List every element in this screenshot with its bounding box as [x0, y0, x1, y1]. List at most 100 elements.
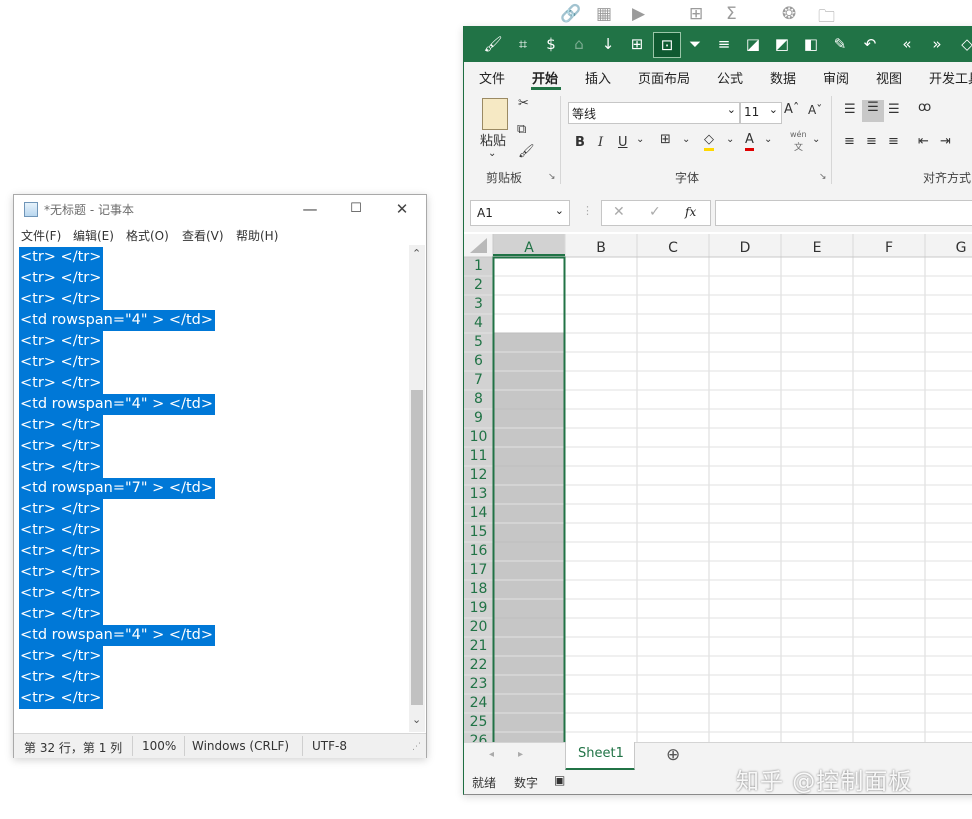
row-header[interactable]: 25 [464, 713, 493, 732]
text-line[interactable]: <td rowspan="4" > </td> [19, 625, 216, 646]
tab-page-layout[interactable]: 页面布局 [638, 68, 690, 87]
row-header[interactable]: 12 [464, 466, 493, 485]
text-line[interactable]: <td rowspan="4" > </td> [19, 394, 216, 415]
tab-file[interactable]: 文件 [479, 68, 505, 87]
align-right-icon[interactable]: ≡ [888, 134, 899, 149]
fill-icon[interactable]: ◧ [798, 32, 824, 56]
clear-icon[interactable]: ⌂ [566, 32, 592, 56]
border-dropdown-icon[interactable]: ⌄ [682, 134, 690, 145]
increase-indent-icon[interactable]: ⇥ [940, 134, 951, 149]
sort-down-icon[interactable]: ↓ [595, 32, 621, 56]
column-header[interactable]: D [709, 239, 781, 257]
column-header[interactable]: E [781, 239, 853, 257]
row-header[interactable]: 20 [464, 618, 493, 637]
column-header[interactable]: F [853, 239, 925, 257]
fill-color-icon[interactable]: ◇ [704, 132, 714, 151]
font-size-select[interactable]: 11 ⌄ [740, 102, 782, 124]
resize-grip-icon[interactable]: ⋰ [412, 742, 421, 752]
scroll-thumb[interactable] [411, 390, 423, 705]
clipboard-launcher-icon[interactable]: ↘ [548, 172, 556, 182]
row-header[interactable]: 3 [464, 295, 493, 314]
scroll-up-icon[interactable]: ⌃ [412, 247, 421, 260]
column-header[interactable]: A [493, 239, 565, 257]
next-sheet-icon[interactable]: ▸ [518, 749, 523, 760]
row-header[interactable]: 24 [464, 694, 493, 713]
row-header[interactable]: 11 [464, 447, 493, 466]
row-header[interactable]: 5 [464, 333, 493, 352]
text-line[interactable]: <tr> </tr> [19, 499, 104, 520]
row-header[interactable]: 18 [464, 580, 493, 599]
text-line[interactable]: <tr> </tr> [19, 373, 104, 394]
tab-insert[interactable]: 插入 [585, 68, 611, 87]
text-line[interactable]: <tr> </tr> [19, 331, 104, 352]
border-button-icon[interactable]: ⊞ [660, 132, 671, 147]
cancel-icon[interactable]: ✕ [613, 204, 625, 220]
text-line[interactable]: <tr> </tr> [19, 247, 104, 268]
currency-format-icon[interactable]: $ [538, 32, 564, 56]
align-icon[interactable]: ≡ [711, 32, 737, 56]
tab-view[interactable]: 视图 [876, 68, 902, 87]
text-line[interactable]: <td rowspan="7" > </td> [19, 478, 216, 499]
column-header[interactable]: G [925, 239, 972, 257]
text-line[interactable]: <tr> </tr> [19, 541, 104, 562]
text-line[interactable]: <tr> </tr> [19, 583, 104, 604]
row-header[interactable]: 4 [464, 314, 493, 333]
text-line[interactable]: <tr> </tr> [19, 520, 104, 541]
align-center-icon[interactable]: ≡ [866, 134, 877, 149]
phonetic-icon[interactable]: 文 [794, 140, 803, 153]
align-left-icon[interactable]: ≡ [844, 134, 855, 149]
italic-button[interactable]: I [598, 135, 603, 150]
row-header[interactable]: 14 [464, 504, 493, 523]
notepad-titlebar[interactable]: *无标题 - 记事本 — ☐ ✕ [14, 195, 426, 223]
tab-data[interactable]: 数据 [770, 68, 796, 87]
row-header[interactable]: 23 [464, 675, 493, 694]
tab-home[interactable]: 开始 [532, 68, 558, 87]
text-line[interactable]: <td rowspan="4" > </td> [19, 310, 216, 331]
borders-icon[interactable]: ⊞ [624, 32, 650, 56]
decrease-font-icon[interactable]: Aˇ [808, 103, 822, 117]
scroll-down-icon[interactable]: ⌄ [412, 713, 421, 726]
text-line[interactable]: <tr> </tr> [19, 667, 104, 688]
text-line[interactable]: <tr> </tr> [19, 352, 104, 373]
row-header[interactable]: 7 [464, 371, 493, 390]
shapes-icon[interactable]: ⌗ [510, 32, 536, 56]
row-header[interactable]: 17 [464, 561, 493, 580]
menu-edit[interactable]: 编辑(E) [73, 227, 114, 244]
format-painter-icon[interactable]: 🖌 [480, 32, 506, 56]
text-line[interactable]: <tr> </tr> [19, 646, 104, 667]
row-header[interactable]: 9 [464, 409, 493, 428]
enter-icon[interactable]: ✓ [649, 204, 661, 220]
formula-input[interactable] [715, 200, 972, 226]
underline-dropdown-icon[interactable]: ⌄ [636, 134, 644, 145]
row-header[interactable]: 2 [464, 276, 493, 295]
paste-label[interactable]: 粘贴 [480, 130, 506, 149]
phonetic-dropdown-icon[interactable]: ⌄ [812, 134, 820, 145]
name-box[interactable]: A1 ⌄ [470, 200, 570, 226]
menu-help[interactable]: 帮助(H) [236, 227, 278, 244]
text-line[interactable]: <tr> </tr> [19, 436, 104, 457]
merge-center-icon[interactable]: ⊡ [653, 32, 681, 58]
menu-view[interactable]: 查看(V) [182, 227, 224, 244]
paste-dropdown-icon[interactable]: ⌄ [488, 148, 496, 159]
font-color-button[interactable]: A [745, 132, 754, 151]
worksheet-grid[interactable]: ABCDEFG 1 2 3 4 5 6 7 8 9 10 11 12 13 14 15 16 17 18 19 20 2… [464, 234, 972, 749]
text-line[interactable]: <tr> </tr> [19, 415, 104, 436]
row-header[interactable]: 21 [464, 637, 493, 656]
row-header[interactable]: 6 [464, 352, 493, 371]
row-header[interactable]: 13 [464, 485, 493, 504]
format-painter-brush-icon[interactable]: 🖌 [518, 144, 535, 159]
row-header[interactable]: 16 [464, 542, 493, 561]
eraser-icon[interactable]: ◇ [954, 32, 972, 56]
increase-font-icon[interactable]: Aˆ [784, 102, 799, 117]
text-line[interactable]: <tr> </tr> [19, 604, 104, 625]
row-header[interactable]: 1 [464, 257, 493, 276]
align-top-icon[interactable]: ☰ [844, 102, 856, 117]
font-launcher-icon[interactable]: ↘ [819, 172, 827, 182]
menu-file[interactable]: 文件(F) [21, 227, 61, 244]
close-button[interactable]: ✕ [379, 195, 425, 223]
decrease-indent-icon[interactable]: ⇤ [918, 134, 929, 149]
minimize-button[interactable]: — [287, 195, 333, 223]
accessibility-icon[interactable]: ▣ [554, 773, 565, 787]
edit-icon[interactable]: ✎ [827, 32, 853, 56]
font-color-dropdown-icon[interactable]: ⌄ [764, 134, 772, 145]
